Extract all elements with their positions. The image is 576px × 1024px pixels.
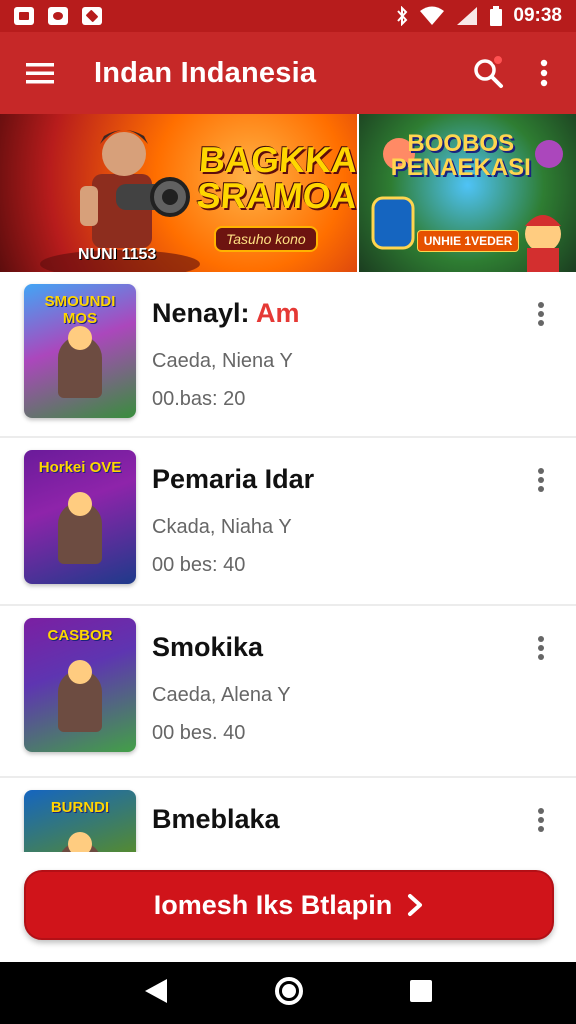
thumbnail-title: BURNDI xyxy=(50,799,110,816)
game-thumbnail[interactable]: CASBOR xyxy=(24,618,136,752)
game-stats: 00.bas: 20 xyxy=(152,388,246,410)
banner-item[interactable]: BOOBOS PENAEKASI UNHIE 1VEDER xyxy=(358,114,576,272)
game-meta: Caeda, Niena Y xyxy=(152,350,293,372)
list-item[interactable]: Horkei OVE Pemaria Idar Ckada, Niaha Y 0… xyxy=(0,438,576,606)
primary-action-button[interactable]: Iomesh Iks Btlapin xyxy=(24,870,554,940)
more-vertical-icon xyxy=(538,808,544,832)
character-figure xyxy=(58,492,102,564)
item-more-button[interactable] xyxy=(526,800,556,840)
banner-tag: NUNI 1153 xyxy=(78,246,157,263)
game-title-accent: Am xyxy=(256,298,300,328)
game-title: Bmeblaka xyxy=(152,804,280,834)
banner-item[interactable]: BAGKKA SRAMOAN Tasuho kono NUNI 1153 xyxy=(0,114,357,272)
banner-carousel[interactable]: BAGKKA SRAMOAN Tasuho kono NUNI 1153 BOO… xyxy=(0,114,576,272)
item-more-button[interactable] xyxy=(526,460,556,500)
game-title: Smokika xyxy=(152,632,264,662)
home-button[interactable] xyxy=(274,976,304,1011)
status-time: 09:38 xyxy=(513,5,562,26)
wifi-icon xyxy=(420,6,445,25)
item-more-button[interactable] xyxy=(526,294,556,334)
banner-subtitle: Tasuho kono xyxy=(214,226,318,252)
image-icon xyxy=(14,7,34,25)
more-vertical-icon xyxy=(538,302,544,326)
thumbnail-title: CASBOR xyxy=(47,627,113,644)
list-item[interactable]: SMOUNDI MOS Nenayl: Am Caeda, Niena Y 00… xyxy=(0,272,576,438)
game-thumbnail[interactable]: BURNDI xyxy=(24,790,136,852)
notification-icon xyxy=(48,7,68,25)
bluetooth-icon xyxy=(397,6,408,26)
game-list[interactable]: SMOUNDI MOS Nenayl: Am Caeda, Niena Y 00… xyxy=(0,272,576,852)
app-title: Indan Indanesia xyxy=(94,56,317,89)
app-bar: Indan Indanesia xyxy=(0,32,576,114)
game-stats: 00 bes: 40 xyxy=(152,554,246,576)
home-circle-icon xyxy=(274,976,303,1005)
more-vertical-icon xyxy=(538,468,544,492)
game-meta: Caeda, Alena Y xyxy=(152,684,291,706)
flipboard-icon xyxy=(82,7,102,25)
game-stats: 00 bes. 40 xyxy=(152,722,246,744)
game-title: Nenayl: Am xyxy=(152,298,300,328)
hamburger-menu-icon xyxy=(26,63,54,84)
game-thumbnail[interactable]: SMOUNDI MOS xyxy=(24,284,136,418)
recents-button[interactable] xyxy=(409,979,433,1008)
character-figure xyxy=(58,832,102,852)
character-figure xyxy=(58,660,102,732)
banner-subtitle: UNHIE 1VEDER xyxy=(416,230,520,252)
recents-square-icon xyxy=(410,979,433,1002)
status-bar: 09:38 xyxy=(0,0,576,32)
menu-button[interactable] xyxy=(0,32,80,114)
list-item[interactable]: BURNDI Bmeblaka xyxy=(0,778,576,852)
chevron-right-icon xyxy=(408,894,423,916)
back-triangle-icon xyxy=(144,978,167,1003)
character-figure xyxy=(58,326,102,398)
game-meta: Ckada, Niaha Y xyxy=(152,516,292,538)
banner-title: BAGKKA SRAMOAN xyxy=(195,139,357,216)
game-title: Pemaria Idar xyxy=(152,464,315,494)
game-thumbnail[interactable]: Horkei OVE xyxy=(24,450,136,584)
more-vertical-icon xyxy=(538,636,544,660)
thumbnail-title: SMOUNDI MOS xyxy=(44,293,116,327)
notification-dot xyxy=(492,54,504,66)
more-vertical-icon xyxy=(540,59,548,87)
banner-title: BOOBOS PENAEKASI xyxy=(390,130,531,181)
overflow-menu-button[interactable] xyxy=(518,32,570,114)
battery-icon xyxy=(490,6,503,26)
back-button[interactable] xyxy=(143,977,169,1010)
system-nav-bar xyxy=(0,962,576,1024)
signal-icon xyxy=(457,7,478,25)
search-button[interactable] xyxy=(458,32,518,114)
thumbnail-title: Horkei OVE xyxy=(38,459,122,476)
primary-action-label: Iomesh Iks Btlapin xyxy=(153,889,393,920)
list-item[interactable]: CASBOR Smokika Caeda, Alena Y 00 bes. 40 xyxy=(0,606,576,778)
item-more-button[interactable] xyxy=(526,628,556,668)
